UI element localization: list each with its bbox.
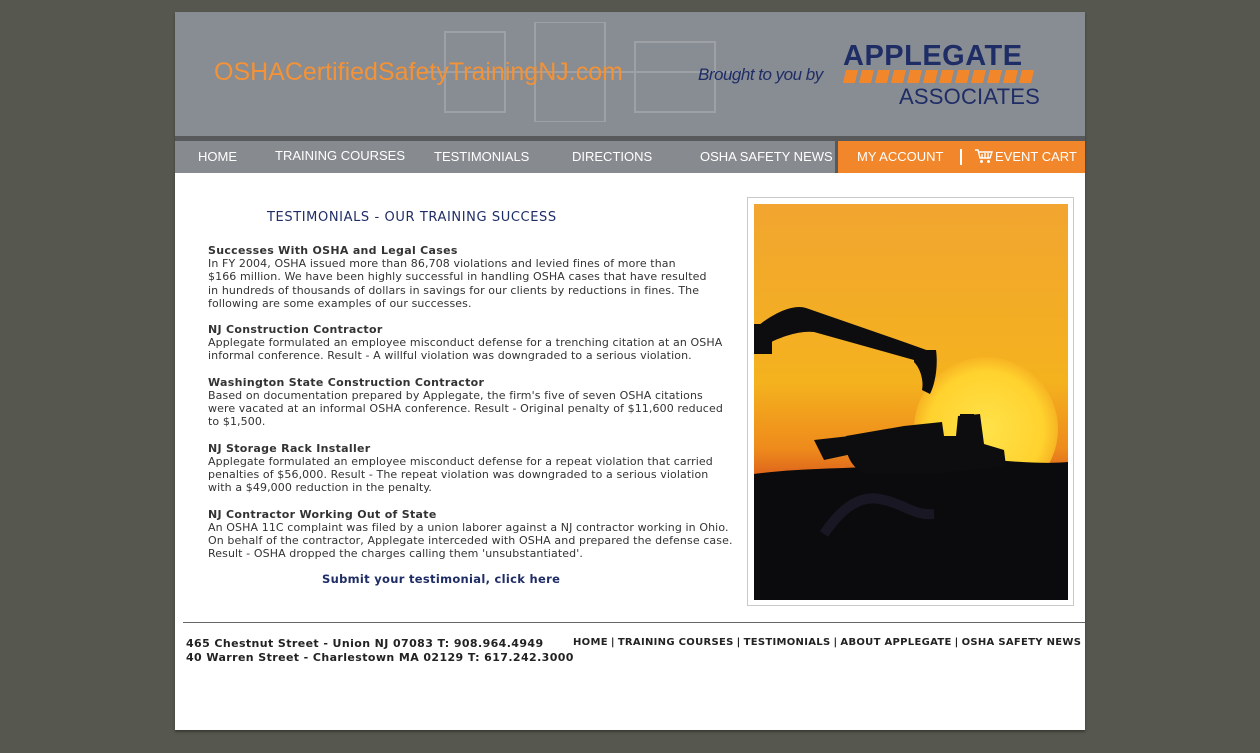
case-title: NJ Contractor Working Out of State (208, 507, 437, 521)
case-title: Washington State Construction Contractor (208, 375, 485, 389)
case-block: Successes With OSHA and Legal Cases In F… (208, 244, 748, 310)
case-line: informal conference. Result - A willful … (208, 349, 692, 363)
account-nav: MY ACCOUNT EVENT CART (838, 141, 1085, 173)
case-line: Applegate formulated an employee miscond… (208, 336, 723, 350)
nav-testimonials[interactable]: TESTIMONIALS (434, 141, 529, 173)
logo-top-text: APPLEGATE (843, 40, 1023, 72)
case-line: Based on documentation prepared by Apple… (208, 388, 703, 402)
case-line: with a $49,000 reduction in the penalty. (208, 481, 433, 495)
address-line: 40 Warren Street - Charlestown MA 02129 … (186, 650, 574, 664)
case-title: NJ Storage Rack Installer (208, 441, 371, 455)
logo-bottom-text: ASSOCIATES (899, 84, 1040, 109)
footer-separator: | (736, 637, 741, 648)
address-line: 465 Chestnut Street - Union NJ 07083 T: … (186, 637, 544, 650)
case-line: were vacated at an informal OSHA confere… (208, 402, 723, 416)
nav-training-courses[interactable]: TRAINING COURSES (275, 140, 405, 172)
nav-osha-safety-news[interactable]: OSHA SAFETY NEWS (700, 141, 833, 173)
case-line: to $1,500. (208, 415, 266, 429)
case-line: Result - OSHA dropped the charges callin… (208, 547, 583, 561)
main-nav: HOME TRAINING COURSES TESTIMONIALS DIREC… (175, 141, 835, 173)
case-line: Applegate formulated an employee miscond… (208, 454, 713, 468)
case-block: NJ Storage Rack Installer Applegate form… (208, 442, 748, 495)
case-line: An OSHA 11C complaint was filed by a uni… (208, 520, 729, 534)
tagline: Brought to you by (698, 65, 823, 84)
case-line: In FY 2004, OSHA issued more than 86,708… (208, 257, 676, 270)
case-line: penalties of $56,000. Result - The repea… (208, 467, 709, 481)
site-title[interactable]: OSHACertifiedSafetyTrainingNJ.com (214, 58, 623, 87)
nav-divider (960, 149, 962, 165)
nav-home[interactable]: HOME (198, 141, 237, 173)
footer-link-home[interactable]: HOME (573, 637, 608, 648)
case-block: NJ Construction Contractor Applegate for… (208, 323, 748, 363)
footer-link-training-courses[interactable]: TRAINING COURSES (618, 637, 734, 648)
footer-separator: | (954, 637, 959, 648)
case-block: NJ Contractor Working Out of State An OS… (208, 508, 748, 561)
footer-link-osha-safety-news[interactable]: OSHA SAFETY NEWS (962, 637, 1082, 648)
page-heading: TESTIMONIALS - OUR TRAINING SUCCESS (267, 210, 557, 225)
applegate-logo[interactable]: APPLEGATE ASSOCIATES (843, 40, 1043, 110)
footer-separator: | (833, 637, 838, 648)
nav-my-account[interactable]: MY ACCOUNT (857, 141, 943, 173)
logo-stripes-graphic (843, 70, 1034, 83)
case-line: $166 million. We have been highly succes… (208, 270, 707, 284)
photo-frame (747, 197, 1074, 606)
case-line: in hundreds of thousands of dollars in s… (208, 283, 700, 297)
submit-testimonial-link[interactable]: Submit your testimonial, click here (322, 572, 560, 586)
footer-separator: | (610, 637, 615, 648)
case-title: Successes With OSHA and Legal Cases (208, 244, 458, 257)
page-container: OSHACertifiedSafetyTrainingNJ.com Brough… (175, 12, 1085, 730)
case-title: NJ Construction Contractor (208, 323, 383, 337)
site-header: OSHACertifiedSafetyTrainingNJ.com Brough… (175, 12, 1085, 136)
footer-address: 465 Chestnut Street - Union NJ 07083 T: … (186, 637, 574, 664)
excavator-sunset-image (754, 204, 1068, 600)
case-block: Washington State Construction Contractor… (208, 376, 748, 429)
nav-event-cart[interactable]: EVENT CART (995, 141, 1077, 173)
footer-link-testimonials[interactable]: TESTIMONIALS (744, 637, 831, 648)
footer-divider (183, 622, 1085, 623)
nav-directions[interactable]: DIRECTIONS (572, 141, 652, 173)
testimonials-content: Successes With OSHA and Legal Cases In F… (208, 244, 748, 573)
case-line: following are some examples of our succe… (208, 296, 472, 310)
cart-icon[interactable] (974, 148, 994, 164)
footer-link-about-applegate[interactable]: ABOUT APPLEGATE (840, 637, 951, 648)
case-line: On behalf of the contractor, Applegate i… (208, 533, 733, 547)
footer-nav: HOME | TRAINING COURSES | TESTIMONIALS | ABOUT… (573, 637, 1081, 648)
